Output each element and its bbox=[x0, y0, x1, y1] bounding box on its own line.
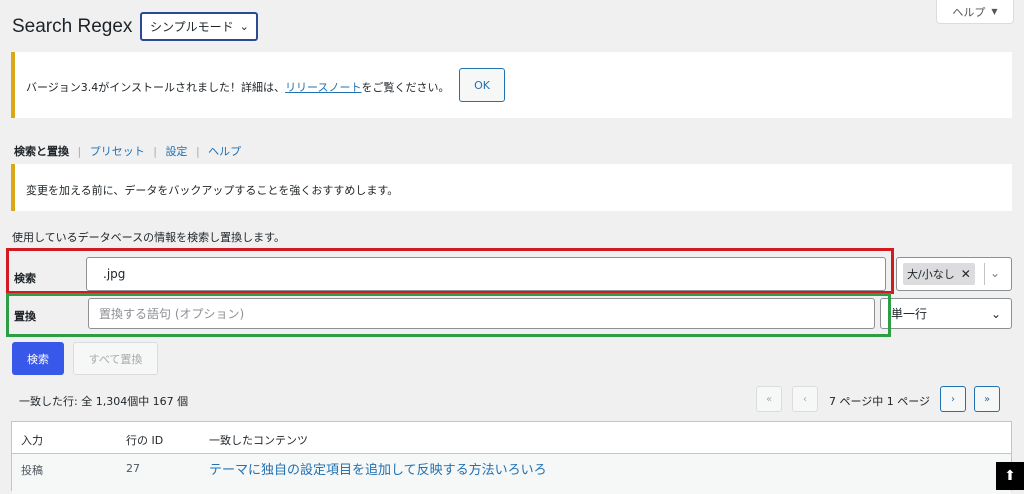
mode-select-label: シンプルモード bbox=[150, 20, 234, 34]
help-tab-button[interactable]: ヘルプ ▼ bbox=[936, 0, 1014, 24]
mode-select[interactable]: シンプルモード ⌄ bbox=[140, 12, 258, 41]
search-highlight-box bbox=[6, 248, 894, 294]
subnav: 検索と置換 | プリセット | 設定 | ヘルプ bbox=[14, 143, 241, 159]
table-header-divider bbox=[12, 453, 1011, 454]
case-insensitive-tag[interactable]: 大/小なし ✕ bbox=[903, 263, 975, 285]
release-notes-link[interactable]: リリースノート bbox=[285, 81, 361, 94]
cell-content-link[interactable]: テーマに独自の設定項目を追加して反映する方法いろいろ bbox=[209, 459, 547, 478]
subnav-item-presets[interactable]: プリセット bbox=[90, 145, 145, 158]
remove-tag-icon[interactable]: ✕ bbox=[961, 267, 971, 281]
column-header-source: 入力 bbox=[21, 434, 43, 447]
subnav-separator: | bbox=[195, 145, 200, 158]
chevron-down-icon: ⌄ bbox=[990, 306, 1001, 321]
match-count: 一致した行: 全 1,304個中 167 個 bbox=[19, 395, 189, 408]
page-title: Search Regex bbox=[12, 16, 133, 37]
search-button[interactable]: 検索 bbox=[12, 342, 64, 375]
line-mode-select[interactable]: 単一行 ⌄ bbox=[880, 298, 1012, 329]
help-tab-label: ヘルプ bbox=[952, 5, 986, 19]
subnav-item-search-replace[interactable]: 検索と置換 bbox=[14, 145, 69, 158]
subnav-item-help[interactable]: ヘルプ bbox=[208, 145, 241, 158]
backup-notice-text: 変更を加える前に、データをバックアップすることを強くおすすめします。 bbox=[26, 184, 399, 197]
column-header-content: 一致したコンテンツ bbox=[209, 434, 308, 447]
update-notice-text-before: バージョン3.4がインストールされました！詳細は、 bbox=[26, 81, 286, 94]
page-info: 7 ページ中 1 ページ bbox=[829, 395, 931, 408]
case-tag-label: 大/小なし bbox=[907, 268, 955, 281]
next-page-button[interactable]: › bbox=[940, 386, 966, 412]
ok-button[interactable]: OK bbox=[459, 68, 505, 102]
update-notice-text-after: をご覧ください。 bbox=[361, 81, 450, 94]
cell-row-id: 27 bbox=[126, 462, 140, 475]
prev-page-button[interactable]: ‹ bbox=[792, 386, 818, 412]
chevron-down-icon[interactable]: ⌄ bbox=[990, 266, 1000, 280]
caret-down-icon: ▼ bbox=[991, 7, 998, 16]
update-notice-text: バージョン3.4がインストールされました！詳細は、リリースノートをご覧ください。 bbox=[26, 79, 450, 95]
subnav-separator: | bbox=[77, 145, 82, 158]
subnav-item-settings[interactable]: 設定 bbox=[165, 145, 187, 158]
last-page-button[interactable]: » bbox=[974, 386, 1000, 412]
line-mode-label: 単一行 bbox=[891, 307, 928, 321]
replace-highlight-box bbox=[6, 293, 891, 337]
chevron-down-icon: ⌄ bbox=[239, 20, 249, 33]
first-page-button[interactable]: « bbox=[756, 386, 782, 412]
cell-source: 投稿 bbox=[21, 464, 43, 477]
replace-all-button[interactable]: すべて置換 bbox=[73, 342, 158, 375]
intro-text: 使用しているデータベースの情報を検索し置換します。 bbox=[12, 231, 286, 244]
column-header-row-id: 行の ID bbox=[126, 434, 164, 447]
scroll-to-top-icon[interactable]: ⬆ bbox=[996, 462, 1024, 490]
subnav-separator: | bbox=[153, 145, 157, 158]
select-divider bbox=[984, 263, 985, 285]
